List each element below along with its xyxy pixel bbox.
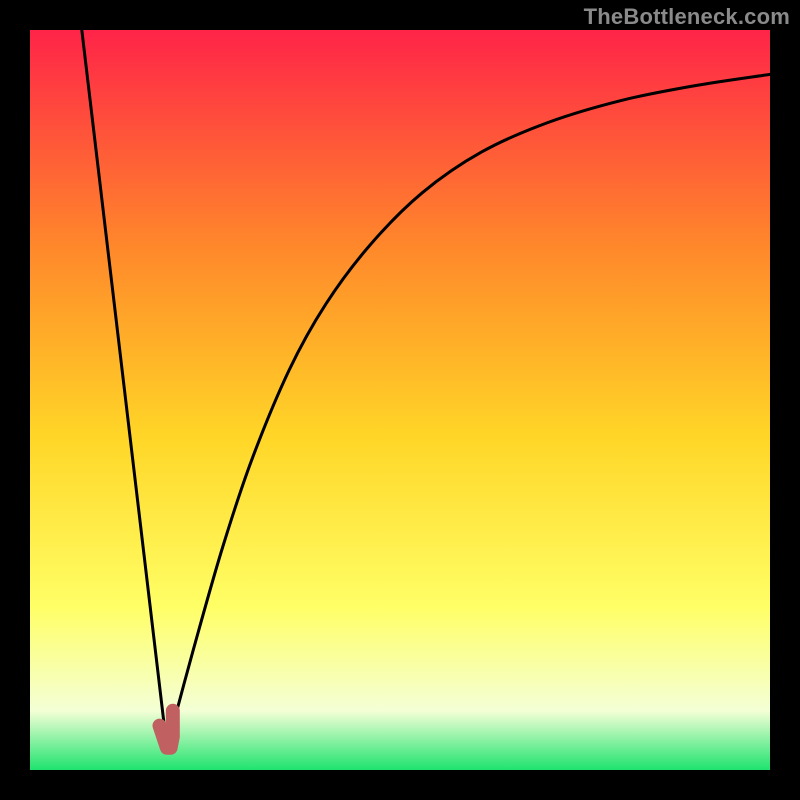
gradient-background xyxy=(30,30,770,770)
chart-svg xyxy=(30,30,770,770)
chart-frame: TheBottleneck.com xyxy=(0,0,800,800)
plot-area xyxy=(30,30,770,770)
watermark-text: TheBottleneck.com xyxy=(584,4,790,30)
